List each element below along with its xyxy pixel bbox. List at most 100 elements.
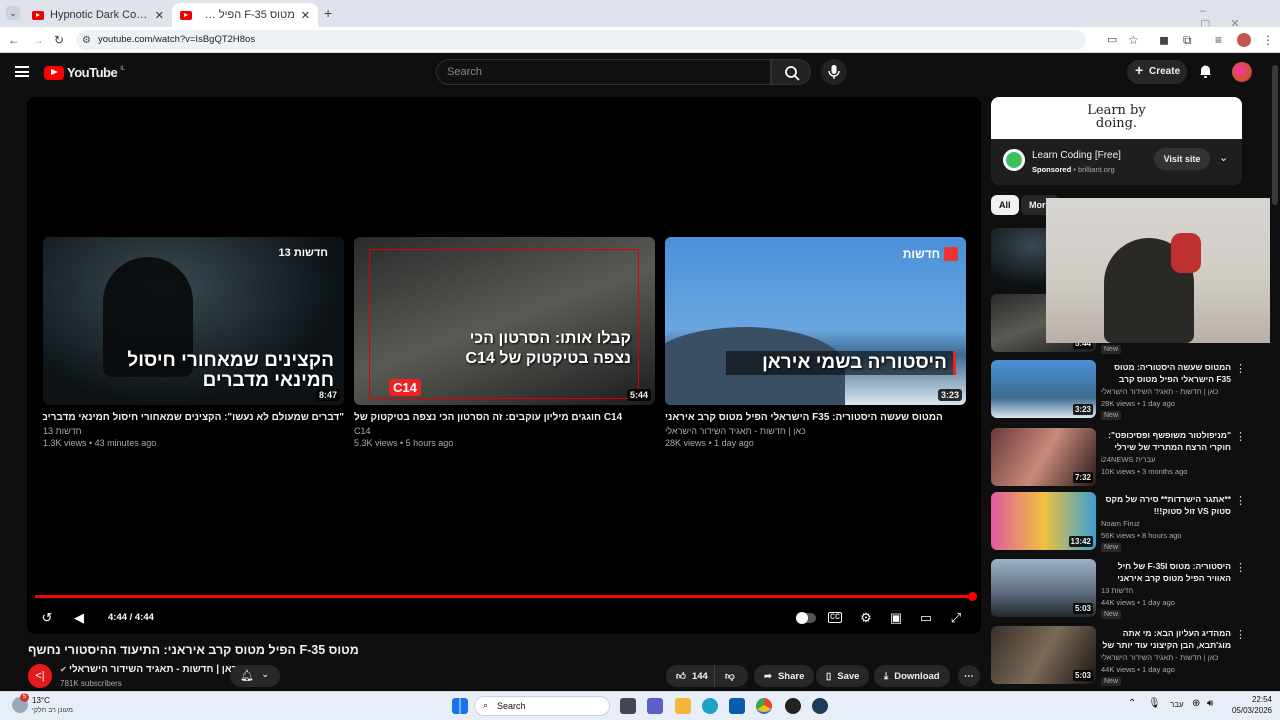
ad-title[interactable]: Learn Coding [Free] [1032,150,1121,161]
media-icon[interactable]: ≡ [1215,33,1222,47]
scrollbar-thumb[interactable] [1272,65,1278,205]
sponsored-ad[interactable]: Learn by doing. Learn Coding [Free] Spon… [991,97,1242,185]
miniplayer-icon[interactable]: ▣ [888,610,904,626]
download-button[interactable]: ⤓ Download [874,665,950,687]
sidebar-channel[interactable]: חדשות 13 [1101,586,1133,595]
extension-icon[interactable]: ◼ [1159,33,1169,47]
sidebar-video-title[interactable]: "מניפולטור משופשף ופסיכופט": חוקרי הרצח … [1101,430,1231,453]
video-player[interactable]: חדשות 13 הקצינים שמאחורי חיסול חמינאי מד… [27,97,981,634]
hamburger-menu-icon[interactable] [15,66,29,77]
sidebar-thumbnail[interactable]: 5:03 [991,559,1096,617]
dislike-button[interactable]: 👎︎ [714,665,748,687]
volume-icon[interactable]: 🔊︎ [1207,698,1213,709]
autoplay-toggle[interactable] [796,612,816,624]
share-button[interactable]: ➦ Share [754,665,815,687]
voice-search-button[interactable] [821,59,847,85]
forward-icon[interactable]: → [32,33,44,47]
tray-chevron-icon[interactable]: ⌃ [1128,698,1136,709]
windows-start-icon[interactable] [452,698,468,714]
steam-icon[interactable] [812,698,828,714]
progress-scrubber[interactable] [968,592,977,601]
search-input[interactable]: Search [436,59,771,85]
sidebar-video[interactable]: 5:03 המהדיג העליון הבא: מי אתה מוג'תבא, … [991,626,1261,688]
search-button[interactable] [771,59,811,85]
subscribe-notifications-button[interactable]: 🔔︎ ⌄ [230,665,280,687]
profile-avatar[interactable] [1237,33,1251,47]
more-options-icon[interactable]: ⋮ [1235,362,1246,375]
chip-all[interactable]: All [991,195,1019,215]
account-avatar[interactable] [1232,62,1252,82]
end-card-channel[interactable]: C14 [354,426,655,436]
reload-icon[interactable]: ↻ [54,33,64,47]
create-button[interactable]: + Create [1127,60,1187,84]
end-card-title[interactable]: "דברים שמעולם לא נעשו": הקצינים שמאחורי … [43,412,344,423]
like-button[interactable]: 👍︎ 144 [666,665,714,687]
end-card-thumbnail[interactable]: C14 קבלו אותו: הסרטון הכי נצפה בטיקטוק ש… [354,237,655,405]
ad-banner[interactable]: Learn by doing. [991,97,1242,139]
sidebar-video[interactable]: 5:03 היסטוריה: מטוס F-35I של חיל האוויר … [991,559,1261,621]
close-tab-icon[interactable]: ✕ [301,9,310,22]
close-tab-icon[interactable]: ✕ [155,9,164,22]
more-options-icon[interactable]: ⋮ [1235,430,1246,443]
store-icon[interactable] [729,698,745,714]
chevron-down-icon[interactable]: ⌄ [1219,151,1228,164]
extensions-puzzle-icon[interactable]: ⧉ [1183,33,1192,47]
sidebar-channel[interactable]: כאן | חדשות - תאגיד השידור הישראלי [1101,387,1218,396]
sidebar-channel[interactable]: i24NEWS עברית [1101,455,1155,464]
edge-icon[interactable] [702,698,718,714]
new-tab-button[interactable]: + [324,5,332,21]
fullscreen-icon[interactable]: ⤢ [948,610,964,626]
end-card[interactable]: חדשות היסטוריה בשמי איראן 3:23 המטוס שעש… [665,237,966,448]
menu-kebab-icon[interactable]: ⋮ [1262,33,1274,47]
sidebar-video[interactable]: 3:23 המטוס שעשה היסטוריה: מטוס F35 הישרא… [991,360,1261,422]
more-actions-button[interactable]: ⋯ [958,665,980,687]
language-indicator[interactable]: עבר [1170,700,1184,709]
more-options-icon[interactable]: ⋮ [1235,628,1246,641]
sidebar-thumbnail[interactable]: 5:03 [991,626,1096,684]
url-field[interactable]: youtube.com/watch?v=IsBgQT2H8os [76,30,1086,50]
sidebar-thumbnail[interactable]: 7:32 [991,428,1096,486]
sidebar-thumbnail[interactable]: 13:42 [991,492,1096,550]
end-card-title[interactable]: C14 חוגגים מיליון עוקבים: זה הסרטון הכי … [354,412,655,423]
save-button[interactable]: ▯ Save [816,665,870,687]
settings-gear-icon[interactable]: ⚙ [858,610,874,626]
teams-icon[interactable] [647,698,663,714]
notifications-bell-icon[interactable] [1199,64,1212,78]
sidebar-channel[interactable]: Noam Firuz [1101,519,1140,528]
cast-icon[interactable]: ▭ [1107,33,1117,47]
replay-icon[interactable]: ↺ [39,610,55,626]
tray-mic-icon[interactable]: 🎙︎ [1148,698,1161,709]
clock-date[interactable]: 05/03/2026 [1222,706,1272,715]
visit-site-button[interactable]: Visit site [1154,148,1210,170]
captions-icon[interactable]: cc [828,612,842,623]
more-options-icon[interactable]: ⋮ [1235,561,1246,574]
volume-icon[interactable]: ◀ [71,610,87,626]
end-card-channel[interactable]: חדשות 13 [43,426,344,436]
sidebar-video-title[interactable]: המהדיג העליון הבא: מי אתה מוג'תבא, הבן ה… [1101,628,1231,651]
end-card-channel[interactable]: כאן | חדשות - תאגיד השידור הישראלי [665,426,966,436]
site-info-icon[interactable]: ⚙ [82,34,91,48]
channel-avatar[interactable]: <| [28,664,52,688]
chrome-icon[interactable] [756,698,772,714]
end-card[interactable]: C14 קבלו אותו: הסרטון הכי נצפה בטיקטוק ש… [354,237,655,448]
file-explorer-icon[interactable] [675,698,691,714]
clock-time[interactable]: 22:54 [1222,695,1272,704]
end-card[interactable]: חדשות 13 הקצינים שמאחורי חיסול חמינאי מד… [43,237,344,448]
sidebar-thumbnail[interactable]: 3:23 [991,360,1096,418]
browser-tab[interactable]: Hypnotic Dark Code | Futuristic ✕ [24,3,172,27]
channel-name[interactable]: כאן | חדשות - תאגיד השידור הישראלי ✔ [60,664,237,675]
sidebar-video-title[interactable]: היסטוריה: מטוס F-35I של חיל האוויר הפיל … [1101,561,1231,584]
sidebar-video-title[interactable]: המטוס שעשה היסטוריה: מטוס F35 הישראלי הפ… [1101,362,1231,385]
network-icon[interactable]: ⊕ [1192,698,1200,709]
bookmark-star-icon[interactable]: ☆ [1128,33,1139,47]
sidebar-video-title[interactable]: **אתגר הישרדות** סירה של מקס סטוק VS זול… [1101,494,1231,517]
back-icon[interactable]: ← [8,33,20,47]
more-options-icon[interactable]: ⋮ [1235,494,1246,507]
end-card-title[interactable]: המטוס שעשה היסטוריה: F35 הישראלי הפיל מט… [665,412,966,423]
sidebar-video[interactable]: 7:32 "מניפולטור משופשף ופסיכופט": חוקרי … [991,428,1261,490]
browser-tab-active[interactable]: מטוס F-35 הפיל מטוס קרב אירי ✕ [172,3,318,27]
task-view-icon[interactable] [620,698,636,714]
sidebar-video[interactable]: 13:42 **אתגר הישרדות** סירה של מקס סטוק … [991,492,1261,554]
sidebar-channel[interactable]: כאן | חדשות - תאגיד השידור הישראלי [1101,653,1218,662]
taskbar-search[interactable]: ⌕ Search [474,696,610,716]
